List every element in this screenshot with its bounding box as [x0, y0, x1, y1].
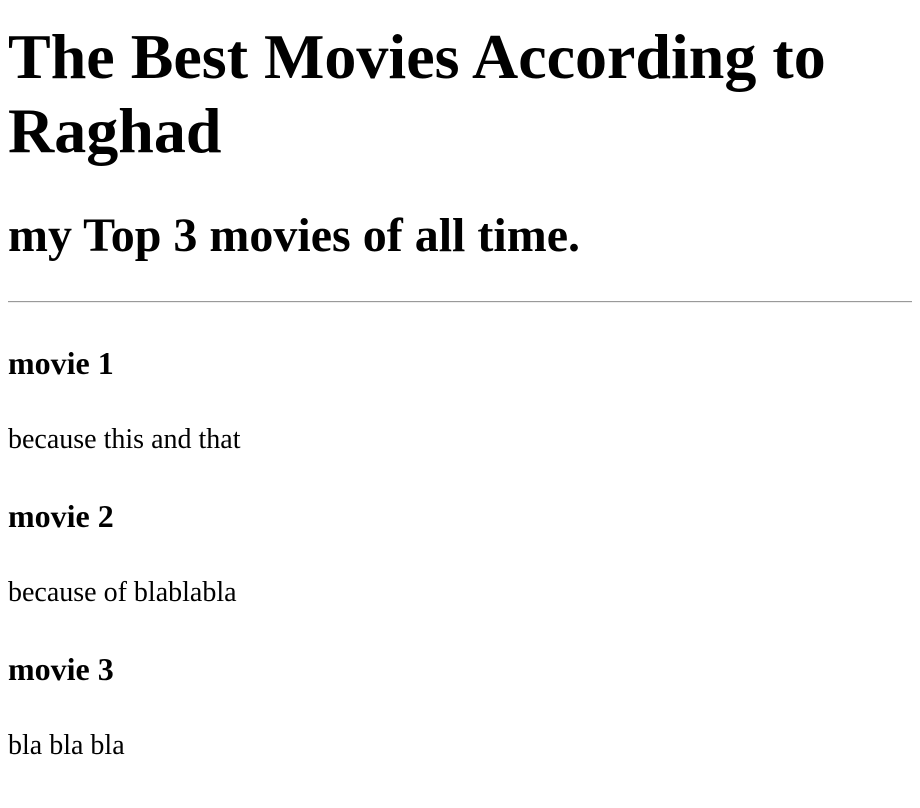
movie-reason: because this and that	[8, 424, 241, 455]
movie-title: movie 3	[8, 651, 114, 687]
movie-title: movie 2	[8, 498, 114, 534]
movie-item-1: movie 1 because this and that	[8, 345, 912, 456]
page-subtitle: my Top 3 movies of all time.	[8, 209, 580, 262]
movie-reason: because of blablabla	[8, 577, 237, 608]
movie-title: movie 1	[8, 345, 114, 381]
page-title: The Best Movies According to Raghad	[8, 21, 826, 166]
movie-item-3: movie 3 bla bla bla	[8, 651, 912, 762]
movie-list: movie 1 because this and that movie 2 be…	[8, 345, 912, 762]
movie-item-2: movie 2 because of blablabla	[8, 498, 912, 609]
divider	[8, 301, 912, 303]
page: The Best Movies According to Raghad my T…	[0, 20, 920, 762]
movie-reason: bla bla bla	[8, 730, 125, 761]
